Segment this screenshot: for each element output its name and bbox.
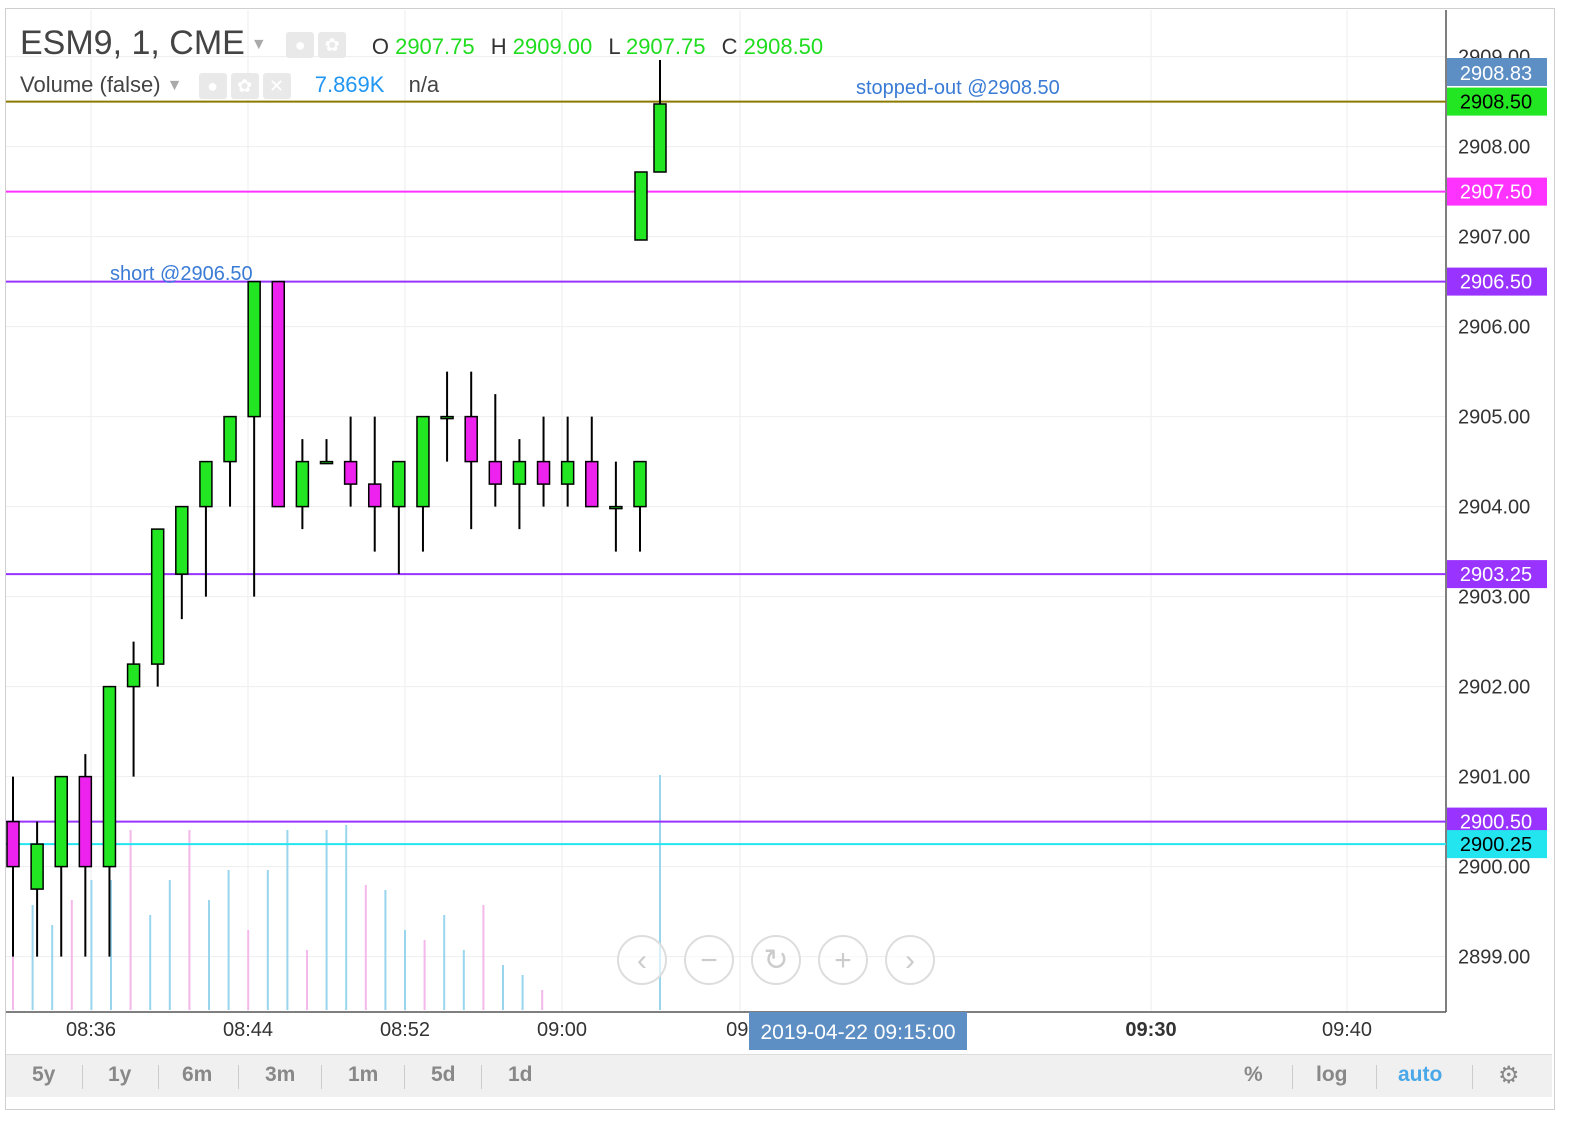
y-tick-label: 2904.00	[1458, 497, 1530, 519]
candle-body	[30, 843, 44, 890]
x-tick-label: 09:30	[1125, 1019, 1176, 1041]
short-annotation: short @2906.50	[110, 263, 253, 285]
x-tick-label: 09:40	[1322, 1019, 1372, 1041]
close-label: C	[721, 34, 738, 59]
y-tick-label: 2905.00	[1458, 407, 1530, 429]
candle-body	[247, 280, 261, 418]
high-value: 2909.00	[512, 34, 593, 59]
eye-icon[interactable]: ●	[198, 73, 227, 100]
range-3m-button[interactable]: 3m	[265, 1063, 295, 1087]
scroll-right-button[interactable]: ›	[885, 935, 935, 985]
x-tick-label: 08:44	[223, 1019, 273, 1041]
candle-body	[343, 460, 358, 485]
symbol-legend: ESM9, 1, CME ▼ ● ✿ O 2907.75 H 2909.00 L 2…	[20, 24, 833, 63]
zoom-in-button[interactable]: +	[818, 935, 868, 985]
x-tick-label: 09:00	[537, 1019, 587, 1041]
y-tick-label: 2908.00	[1458, 137, 1530, 159]
range-1d-button[interactable]: 1d	[508, 1063, 533, 1087]
crosshair-time-label: 2019-04-22 09:15:00	[761, 1021, 956, 1044]
open-value: 2907.75	[395, 34, 475, 59]
chevron-down-icon[interactable]: ▼	[251, 36, 267, 53]
range-6m-button[interactable]: 6m	[182, 1063, 212, 1087]
candle-body	[319, 460, 334, 465]
candle-body	[6, 820, 20, 868]
candle-body	[102, 685, 117, 868]
scroll-left-button[interactable]: ‹	[617, 935, 667, 985]
y-tick-label: 2901.00	[1458, 767, 1530, 789]
volume-value: 7.869K	[314, 72, 385, 97]
y-tick-label: 2903.00	[1458, 587, 1530, 609]
candle-body	[150, 528, 165, 665]
ohlc-values: O 2907.75 H 2909.00 L 2907.75 C 2908.50	[360, 34, 834, 59]
price-label: 2908.50	[1460, 92, 1532, 114]
volume-legend: Volume (false) ▼ ● ✿ ✕ 7.869K n/a	[20, 72, 440, 100]
candle-body	[633, 460, 647, 508]
open-label: O	[371, 34, 389, 59]
reset-button[interactable]: ↻	[751, 935, 801, 985]
x-tick-label: 08:52	[380, 1019, 430, 1041]
candle-body	[560, 460, 575, 485]
gear-icon[interactable]: ✿	[318, 32, 347, 59]
range-5d-button[interactable]: 5d	[431, 1063, 456, 1087]
range-1y-button[interactable]: 1y	[108, 1063, 131, 1087]
candle-body	[609, 505, 623, 510]
high-label: H	[490, 34, 507, 59]
low-value: 2907.75	[625, 34, 706, 59]
candle-body	[416, 415, 430, 508]
auto-button[interactable]: auto	[1398, 1063, 1442, 1087]
candle-body	[392, 460, 406, 508]
candle-body	[585, 460, 599, 508]
y-tick-label: 2906.00	[1458, 317, 1530, 339]
close-value: 2908.50	[743, 34, 824, 59]
percent-button[interactable]: %	[1244, 1063, 1263, 1087]
candle-body	[126, 663, 141, 688]
candle-body	[536, 460, 551, 485]
y-tick-label: 2900.00	[1458, 857, 1530, 879]
y-tick-label: 2902.00	[1458, 677, 1530, 699]
candle-body	[440, 415, 454, 420]
candle-body	[367, 483, 382, 508]
candle-body	[54, 775, 68, 868]
x-tick-label: 08:36	[66, 1019, 116, 1041]
y-tick-label: 2907.00	[1458, 227, 1530, 249]
eye-icon[interactable]: ●	[286, 32, 315, 59]
volume-na: n/a	[408, 72, 440, 97]
zoom-out-button[interactable]: −	[684, 935, 734, 985]
symbol-title[interactable]: ESM9, 1, CME	[20, 24, 245, 62]
candle-body	[653, 103, 667, 173]
candle-body	[199, 460, 213, 508]
candle-body	[223, 415, 237, 463]
stopped-out-annotation: stopped-out @2908.50	[856, 77, 1060, 99]
candle-body	[464, 415, 478, 463]
volume-label[interactable]: Volume (false)	[20, 72, 161, 97]
price-label: 2903.25	[1460, 564, 1532, 586]
candle-body	[295, 460, 310, 508]
range-1m-button[interactable]: 1m	[348, 1063, 378, 1087]
candle-body	[175, 505, 189, 575]
price-label: 2906.50	[1460, 272, 1532, 294]
log-button[interactable]: log	[1316, 1063, 1348, 1087]
range-5y-button[interactable]: 5y	[32, 1063, 55, 1087]
range-toolbar: 5y 1y 6m 3m 1m 5d 1d % log auto ⚙	[6, 1054, 1552, 1097]
gear-icon[interactable]: ⚙	[1498, 1061, 1520, 1090]
candle-body	[488, 460, 503, 485]
chevron-down-icon[interactable]: ▼	[167, 77, 183, 94]
low-label: L	[608, 34, 620, 59]
candle-body	[512, 460, 527, 485]
price-label: 2900.25	[1460, 834, 1532, 856]
candle-body	[78, 775, 93, 868]
y-tick-label: 2899.00	[1458, 947, 1530, 969]
candle-body	[634, 171, 648, 241]
gear-icon[interactable]: ✿	[230, 73, 259, 100]
price-label: 2907.50	[1460, 182, 1532, 204]
close-icon[interactable]: ✕	[262, 73, 291, 100]
candle-body	[271, 280, 286, 508]
last-price-label: 2908.83	[1460, 63, 1532, 85]
